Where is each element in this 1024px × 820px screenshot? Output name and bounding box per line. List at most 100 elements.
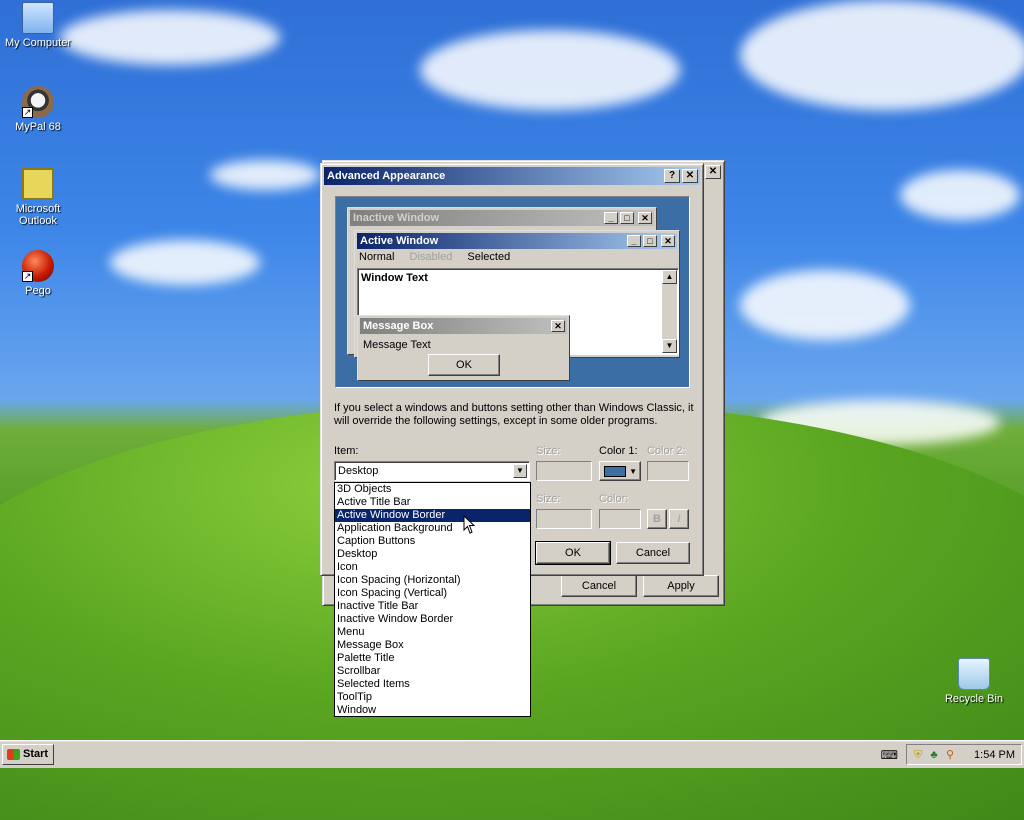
dropdown-option-active-title-bar[interactable]: Active Title Bar <box>335 496 530 509</box>
shortcut-arrow-icon: ↗ <box>22 107 33 118</box>
windows-logo-icon <box>7 749 20 760</box>
back-cancel-label: Cancel <box>581 580 617 592</box>
font-size-label: Size: <box>536 493 561 505</box>
dropdown-option-3d-objects[interactable]: 3D Objects <box>335 483 530 496</box>
preview-menu-bar: Normal Disabled Selected <box>359 251 510 265</box>
desktop-icon-outlook[interactable]: Microsoft Outlook <box>0 168 76 227</box>
close-icon: ✕ <box>638 212 652 224</box>
close-icon: ✕ <box>708 166 718 177</box>
bold-button: B <box>647 509 667 529</box>
help-button[interactable]: ? <box>664 169 680 183</box>
system-tray: ⛨ ♣ ⚲ 1:54 PM <box>906 744 1022 765</box>
start-label: Start <box>23 748 49 760</box>
inactive-window-title: Inactive Window <box>353 212 440 224</box>
dropdown-option-icon-spacing-horizontal[interactable]: Icon Spacing (Horizontal) <box>335 574 530 587</box>
chevron-down-icon[interactable]: ▼ <box>513 464 527 478</box>
close-button[interactable]: ✕ <box>682 169 698 183</box>
font-color-label: Color: <box>599 493 629 505</box>
taskbar: Start ⌨ ⛨ ♣ ⚲ 1:54 PM <box>0 740 1024 768</box>
font-color-picker-button <box>599 509 641 529</box>
desktop-icon-recycle-bin[interactable]: Recycle Bin <box>936 658 1012 705</box>
italic-button: I <box>669 509 689 529</box>
start-button[interactable]: Start <box>2 744 54 765</box>
scroll-down-icon: ▼ <box>662 339 677 353</box>
dropdown-option-icon[interactable]: Icon <box>335 561 530 574</box>
info-text: If you select a windows and buttons sett… <box>334 402 694 427</box>
desktop-icon-my-computer[interactable]: My Computer <box>0 2 76 49</box>
preview-active-title-bar: Active Window _ □ ✕ <box>357 233 677 249</box>
search-icon[interactable]: ⚲ <box>943 748 957 762</box>
help-icon: ? <box>668 170 676 181</box>
back-apply-label: Apply <box>667 580 695 592</box>
active-window-title: Active Window <box>360 235 439 247</box>
menu-disabled: Disabled <box>409 251 453 263</box>
preview-message-box-title-bar: Message Box ✕ <box>360 318 567 334</box>
size-label: Size: <box>536 445 561 457</box>
chevron-down-icon: ▼ <box>629 467 637 476</box>
desktop-icon-mypal[interactable]: ↗ MyPal 68 <box>0 86 76 133</box>
desktop-icon-label: Pego <box>25 285 51 297</box>
desktop-icon-pego[interactable]: ↗ Pego <box>0 250 76 297</box>
mypal-browser-icon: ↗ <box>22 86 54 118</box>
dropdown-option-desktop[interactable]: Desktop <box>335 548 530 561</box>
dialog-title: Advanced Appearance <box>327 170 446 182</box>
item-label: Item: <box>334 445 359 457</box>
preview-scrollbar: ▲ ▼ <box>662 270 677 353</box>
item-dropdown-list[interactable]: 3D Objects Active Title Bar Active Windo… <box>334 482 531 717</box>
dropdown-option-tooltip[interactable]: ToolTip <box>335 691 530 704</box>
desktop-icon-label: My Computer <box>4 37 72 49</box>
preview-message-box: Message Box ✕ Message Text OK <box>357 315 570 381</box>
scroll-up-icon: ▲ <box>662 270 677 284</box>
color1-swatch <box>604 466 626 477</box>
dialog-title-bar[interactable]: Advanced Appearance ? ✕ <box>324 167 700 185</box>
dropdown-option-application-background[interactable]: Application Background <box>335 522 530 535</box>
shortcut-arrow-icon: ↗ <box>22 271 33 282</box>
mouse-cursor-icon <box>463 515 476 534</box>
bold-icon: B <box>653 513 661 525</box>
outlook-icon <box>22 168 54 200</box>
cancel-button[interactable]: Cancel <box>616 542 690 564</box>
taskbar-clock[interactable]: 1:54 PM <box>974 749 1015 761</box>
close-icon: ✕ <box>661 235 675 247</box>
preview-inactive-title-bar: Inactive Window _ □ ✕ <box>350 210 654 226</box>
item-combobox-value: Desktop <box>338 465 379 477</box>
close-button[interactable]: ✕ <box>705 165 721 179</box>
item-combobox[interactable]: Desktop ▼ <box>334 461 530 481</box>
back-apply-button[interactable]: Apply <box>643 575 719 597</box>
dropdown-option-icon-spacing-vertical[interactable]: Icon Spacing (Vertical) <box>335 587 530 600</box>
dropdown-option-selected-items[interactable]: Selected Items <box>335 678 530 691</box>
keyboard-icon[interactable]: ⌨ <box>881 748 898 762</box>
font-size-combobox <box>536 509 592 529</box>
italic-icon: I <box>677 513 681 525</box>
minimize-icon: _ <box>604 212 618 224</box>
dropdown-option-message-box[interactable]: Message Box <box>335 639 530 652</box>
menu-selected: Selected <box>467 251 511 263</box>
cancel-label: Cancel <box>635 547 671 559</box>
dropdown-option-scrollbar[interactable]: Scrollbar <box>335 665 530 678</box>
appearance-preview[interactable]: Inactive Window _ □ ✕ Active Window _ □ … <box>335 196 690 388</box>
maximize-icon: □ <box>643 235 657 247</box>
dropdown-option-window[interactable]: Window <box>335 704 530 717</box>
close-icon: ✕ <box>551 320 565 332</box>
maximize-icon: □ <box>620 212 634 224</box>
menu-normal: Normal <box>359 251 395 263</box>
window-text: Window Text <box>361 272 428 284</box>
dropdown-option-inactive-title-bar[interactable]: Inactive Title Bar <box>335 600 530 613</box>
network-icon[interactable]: ♣ <box>927 748 941 762</box>
back-cancel-button[interactable]: Cancel <box>561 575 637 597</box>
desktop-icon-label: Recycle Bin <box>944 693 1004 705</box>
dropdown-option-active-window-border[interactable]: Active Window Border <box>335 509 530 522</box>
desktop-icon-label: MyPal 68 <box>15 121 61 133</box>
dropdown-option-menu[interactable]: Menu <box>335 626 530 639</box>
color1-picker-button[interactable]: ▼ <box>599 461 641 481</box>
desktop-icon-label: Microsoft Outlook <box>15 203 61 227</box>
ok-button[interactable]: OK <box>535 541 611 565</box>
security-shield-icon[interactable]: ⛨ <box>911 748 925 762</box>
computer-icon <box>22 2 54 34</box>
dropdown-option-inactive-window-border[interactable]: Inactive Window Border <box>335 613 530 626</box>
message-text: Message Text <box>363 339 431 351</box>
dropdown-option-caption-buttons[interactable]: Caption Buttons <box>335 535 530 548</box>
minimize-icon: _ <box>627 235 641 247</box>
dropdown-option-palette-title[interactable]: Palette Title <box>335 652 530 665</box>
message-box-title: Message Box <box>363 320 434 332</box>
